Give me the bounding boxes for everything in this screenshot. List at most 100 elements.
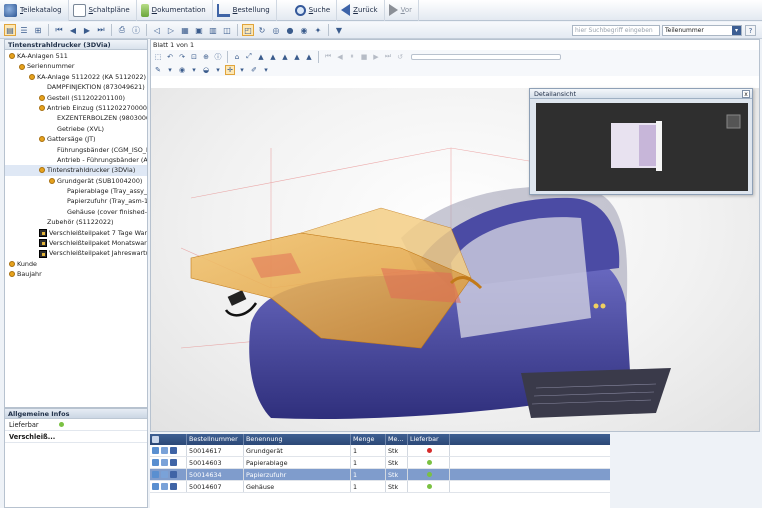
tree-node[interactable]: Führungsbänder (CGM_ISO_Bänder): [5, 145, 147, 155]
anim-prev-icon[interactable]: ◀: [335, 52, 345, 62]
camera-right-icon[interactable]: ▲: [292, 52, 302, 62]
split-icon[interactable]: ◫: [221, 24, 233, 36]
table-row[interactable]: 50014607 Gehäuse 1 Stk: [150, 481, 610, 493]
info-icon[interactable]: [161, 471, 168, 478]
window-icon[interactable]: ▣: [193, 24, 205, 36]
table-row[interactable]: 50014634 Papierzufuhr 1 Stk: [150, 469, 610, 481]
fit-icon[interactable]: ⊡: [189, 52, 199, 62]
dropdown-icon[interactable]: ▾: [189, 65, 199, 75]
link-icon[interactable]: [152, 459, 159, 466]
tree-node[interactable]: Verschleißteilpaket Monatswartung: [5, 238, 147, 248]
cart-icon[interactable]: [170, 471, 177, 478]
pen-icon[interactable]: ✎: [153, 65, 163, 75]
camera-back-icon[interactable]: ▲: [268, 52, 278, 62]
print-icon[interactable]: ⎙: [116, 24, 128, 36]
panel-icon[interactable]: ▥: [207, 24, 219, 36]
info-icon[interactable]: [161, 459, 168, 466]
tree-node[interactable]: Papierzufuhr (Tray_asm-1): [5, 196, 147, 206]
table-row[interactable]: 50014617 Grundgerät 1 Stk: [150, 445, 610, 457]
tree-node[interactable]: Gattersäge (JT): [5, 134, 147, 144]
search-scope-select[interactable]: Teilenummer ▾: [662, 25, 742, 36]
tree-node[interactable]: KA-Anlage 5112022 (KA 5112022): [5, 72, 147, 82]
info-icon[interactable]: ⓘ: [130, 24, 142, 36]
prev-page-icon[interactable]: ◀: [67, 24, 79, 36]
puzzle-icon[interactable]: ✦: [312, 24, 324, 36]
tab-teilekatalog[interactable]: Teilekatalog: [0, 0, 69, 21]
tree-view-icon[interactable]: ▤: [4, 24, 16, 36]
tree-node[interactable]: Zubehör (S1122022): [5, 217, 147, 227]
tree-node[interactable]: Papierablage (Tray_assy_1): [5, 186, 147, 196]
home-icon[interactable]: ⌂: [232, 52, 242, 62]
tree-node[interactable]: Verschleißteilpaket 7 Tage Wartung: [5, 228, 147, 238]
eye-icon[interactable]: ◉: [298, 24, 310, 36]
column-menge[interactable]: Menge: [351, 434, 386, 445]
cart-icon[interactable]: [170, 459, 177, 466]
zoom-icon[interactable]: ⊕: [201, 52, 211, 62]
back-icon[interactable]: ◁: [151, 24, 163, 36]
camera-top-icon[interactable]: ▲: [304, 52, 314, 62]
tree-node[interactable]: Gehäuse (cover finished-1): [5, 207, 147, 217]
anim-stop-icon[interactable]: ■: [359, 52, 369, 62]
tab-vor[interactable]: Vor: [385, 0, 420, 21]
tree-node[interactable]: Antrieb Einzug (S11202270000): [5, 103, 147, 113]
anim-next-icon[interactable]: ▶: [371, 52, 381, 62]
cart-icon[interactable]: [170, 483, 177, 490]
tree-node[interactable]: DAMPFINJEKTION (873049621): [5, 82, 147, 92]
tree-node[interactable]: KA-Anlagen 511: [5, 51, 147, 61]
forward-icon[interactable]: ▷: [165, 24, 177, 36]
dropdown-icon[interactable]: ▾: [261, 65, 271, 75]
detail-view-canvas[interactable]: [536, 103, 748, 191]
3d-view-icon[interactable]: ◰: [242, 24, 254, 36]
move-icon[interactable]: ✛: [225, 64, 235, 75]
search-input[interactable]: hier Suchbegriff eingeben: [572, 25, 660, 36]
expand-icon[interactable]: ⊞: [32, 24, 44, 36]
dropdown-icon[interactable]: ▾: [237, 65, 247, 75]
column-lieferbar[interactable]: Lieferbar: [408, 434, 450, 445]
tab-zurueck[interactable]: Zurück: [337, 0, 385, 21]
next-page-icon[interactable]: ▶: [81, 24, 93, 36]
select-icon[interactable]: ⬚: [153, 52, 163, 62]
cart-icon[interactable]: [170, 447, 177, 454]
tree-node[interactable]: Kunde: [5, 259, 147, 269]
help-button[interactable]: ?: [745, 25, 756, 36]
anim-pause-icon[interactable]: ⏸: [347, 52, 357, 62]
target-icon[interactable]: ◎: [270, 24, 282, 36]
table-row[interactable]: 50014603 Papierablage 1 Stk: [150, 457, 610, 469]
column-icons-header[interactable]: [150, 434, 187, 445]
link-icon[interactable]: [152, 471, 159, 478]
undo-icon[interactable]: ↶: [165, 52, 175, 62]
close-icon[interactable]: x: [742, 90, 750, 98]
animation-slider[interactable]: [411, 53, 561, 60]
camera-left-icon[interactable]: ▲: [280, 52, 290, 62]
anim-first-icon[interactable]: ⏮: [323, 52, 333, 62]
info-icon[interactable]: [161, 447, 168, 454]
filter-icon[interactable]: ▼: [333, 24, 345, 36]
link-icon[interactable]: [152, 483, 159, 490]
info-small-icon[interactable]: ⓘ: [213, 52, 223, 62]
tree-node[interactable]: Seriennummer: [5, 61, 147, 71]
color-icon[interactable]: ◉: [177, 65, 187, 75]
tree-node[interactable]: Baujahr: [5, 269, 147, 279]
camera-front-icon[interactable]: ▲: [256, 52, 266, 62]
tree-node[interactable]: Verschleißteilpaket Jahreswartung: [5, 248, 147, 258]
brush-icon[interactable]: ✐: [249, 65, 259, 75]
tree-node[interactable]: Gestell (S11202201100): [5, 93, 147, 103]
tab-bestellung[interactable]: Bestellung: [213, 0, 277, 21]
anim-loop-icon[interactable]: ↺: [395, 52, 405, 62]
sphere-icon[interactable]: ●: [284, 24, 296, 36]
last-page-icon[interactable]: ⏭: [95, 24, 107, 36]
column-benennung[interactable]: Benennung: [244, 434, 351, 445]
tab-suche[interactable]: Suche: [291, 0, 338, 21]
dropdown-icon[interactable]: ▾: [213, 65, 223, 75]
render-mode-icon[interactable]: ◒: [201, 65, 211, 75]
redo-icon[interactable]: ↷: [177, 52, 187, 62]
tree-node[interactable]: Getriebe (XVL): [5, 124, 147, 134]
tree-node[interactable]: Antrieb - Führungsbänder (Antrieb): [5, 155, 147, 165]
rotate-icon[interactable]: ↻: [256, 24, 268, 36]
tree-node[interactable]: Grundgerät (SUB1004200): [5, 176, 147, 186]
column-bestellnummer[interactable]: Bestellnummer: [187, 434, 244, 445]
tab-schaltplaene[interactable]: Schaltpläne: [69, 0, 137, 21]
tree-node[interactable]: EXZENTERBOLZEN (980300073): [5, 113, 147, 123]
tab-dokumentation[interactable]: Dokumentation: [137, 0, 213, 21]
info-icon[interactable]: [161, 483, 168, 490]
